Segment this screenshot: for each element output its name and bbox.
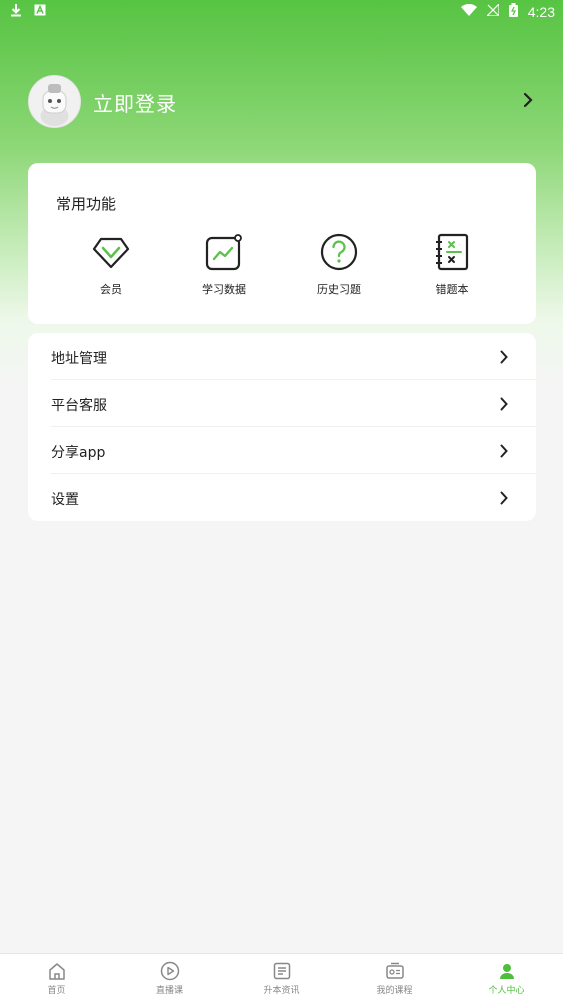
wrong-questions-book-icon [433, 233, 471, 271]
tab-label: 首页 [47, 986, 66, 996]
function-item-vip[interactable]: 会员 [61, 233, 161, 297]
tab-news[interactable]: 升本资讯 [225, 954, 338, 1003]
tab-label: 直播课 [155, 986, 183, 996]
avatar[interactable] [28, 75, 81, 128]
vip-diamond-icon [92, 233, 130, 271]
status-bar: 4:23 [0, 0, 563, 24]
menu-item-settings[interactable]: 设置 [28, 474, 536, 521]
chevron-right-icon[interactable] [523, 92, 533, 112]
function-item-study-data[interactable]: 学习数据 [174, 233, 274, 297]
common-functions-card: 常用功能 会员 学习数据 历史习题 错题本 [28, 163, 536, 324]
menu-item-label: 设置 [51, 492, 79, 508]
tab-live-course[interactable]: 直播课 [113, 954, 226, 1003]
common-functions-title: 常用功能 [56, 195, 117, 213]
chevron-right-icon [500, 443, 508, 462]
chevron-right-icon [500, 490, 508, 509]
home-icon [0, 961, 113, 981]
login-row[interactable]: 立即登录 [28, 75, 538, 128]
settings-menu-card: 地址管理 平台客服 分享app 设置 [28, 333, 536, 521]
menu-item-share-app[interactable]: 分享app [28, 427, 536, 474]
menu-item-label: 分享app [51, 445, 106, 461]
login-text[interactable]: 立即登录 [93, 88, 177, 117]
function-item-history-questions[interactable]: 历史习题 [289, 233, 389, 297]
courses-icon [338, 961, 451, 981]
no-signal-icon [485, 2, 500, 20]
tab-personal-center[interactable]: 个人中心 [450, 954, 563, 1003]
battery-icon [508, 3, 518, 21]
tab-label: 升本资讯 [263, 986, 300, 996]
menu-item-label: 平台客服 [51, 398, 107, 414]
function-label: 历史习题 [317, 283, 361, 296]
menu-item-customer-service[interactable]: 平台客服 [28, 380, 536, 427]
question-history-icon [320, 233, 358, 271]
chevron-right-icon [500, 349, 508, 368]
clock: 4:23 [527, 4, 555, 20]
download-icon [10, 3, 22, 21]
play-icon [113, 961, 226, 981]
menu-item-label: 地址管理 [51, 351, 107, 367]
news-icon [225, 961, 338, 981]
chevron-right-icon [500, 396, 508, 415]
function-label: 会员 [100, 283, 122, 296]
function-label: 学习数据 [202, 283, 246, 296]
function-label: 错题本 [435, 283, 469, 296]
tab-home[interactable]: 首页 [0, 954, 113, 1003]
bottom-tab-bar: 首页 直播课 升本资讯 我的课程 个人中心 [0, 953, 563, 1003]
person-icon [450, 961, 563, 981]
tab-label: 我的课程 [376, 986, 413, 996]
menu-item-address[interactable]: 地址管理 [28, 333, 536, 380]
tab-my-courses[interactable]: 我的课程 [338, 954, 451, 1003]
wifi-icon [460, 3, 477, 20]
function-item-wrong-book[interactable]: 错题本 [402, 233, 502, 297]
tab-label: 个人中心 [488, 986, 525, 996]
app-notification-icon [34, 4, 46, 20]
study-data-icon [205, 233, 243, 271]
